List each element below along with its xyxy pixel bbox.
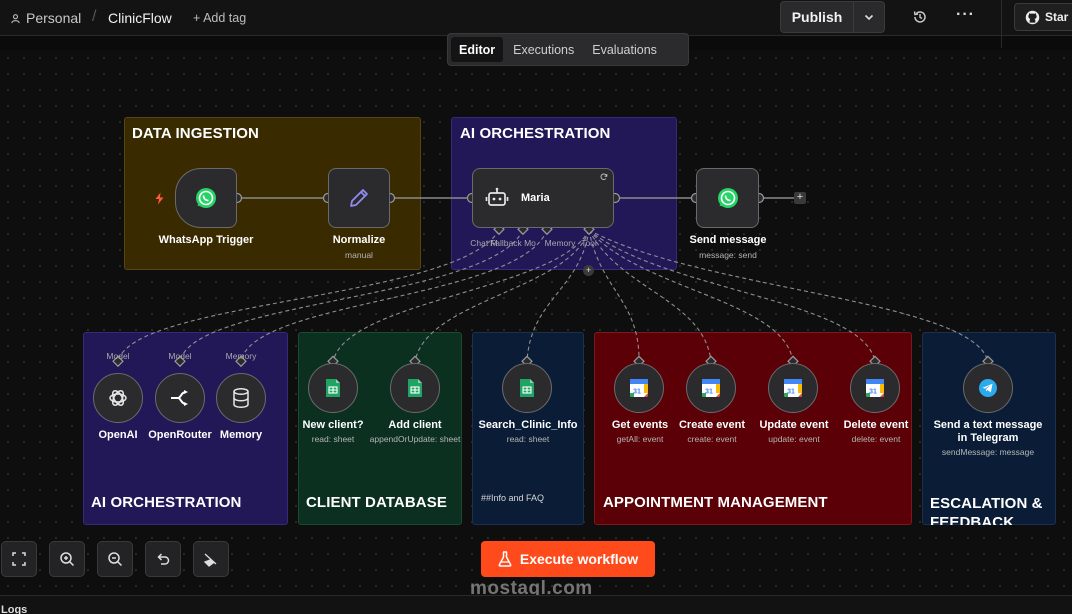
node-sub-send-message: message: send — [699, 250, 757, 260]
node-sub-add-client: appendOrUpdate: sheet — [369, 434, 461, 444]
undo-icon — [157, 553, 170, 565]
svg-text:31: 31 — [869, 389, 877, 396]
node-label-add-client: Add client — [388, 419, 442, 431]
node-label-normalize: Normalize — [332, 234, 386, 246]
pencil-icon — [350, 189, 368, 207]
zoom-in-icon — [60, 552, 75, 567]
calendar-icon: 31 — [702, 379, 720, 397]
node-label-delete-event: Delete event — [843, 419, 909, 431]
tab-evaluations[interactable]: Evaluations — [584, 37, 665, 62]
port-label-memory: Memory — [544, 238, 576, 248]
wire-tool-add-client — [414, 229, 590, 363]
lightning-icon — [155, 192, 164, 205]
node-label-memory: Memory — [219, 429, 263, 441]
wire-tool-telegram — [588, 229, 989, 363]
node-create-event[interactable]: 31 — [686, 363, 736, 413]
execute-workflow-button[interactable]: Execute workflow — [481, 541, 655, 577]
node-maria-agent[interactable]: Maria — [472, 168, 614, 228]
port-label-openrouter-model: Model — [168, 351, 192, 361]
database-icon — [233, 387, 249, 409]
node-sub-search-clinic-info: read: sheet — [506, 434, 550, 444]
add-node-button[interactable]: + — [794, 192, 806, 204]
port-label-openai-model: Model — [106, 351, 130, 361]
node-delete-event[interactable]: 31 — [850, 363, 900, 413]
tab-executions[interactable]: Executions — [505, 37, 582, 62]
view-tabs: Editor Executions Evaluations — [447, 33, 689, 66]
add-tool-button[interactable]: + — [583, 265, 594, 276]
node-sub-normalize: manual — [345, 250, 373, 260]
port-label-fallback-model: Fallback Mo — [490, 238, 536, 248]
node-sub-get-events: getAll: event — [616, 434, 664, 444]
port-label-memory-node: Memory — [225, 351, 257, 361]
node-label-openai: OpenAI — [98, 429, 138, 441]
logs-panel[interactable]: Logs — [0, 595, 1072, 614]
connection-wires — [112, 192, 994, 368]
logs-label: Logs — [1, 604, 28, 614]
node-get-events[interactable]: 31 — [614, 363, 664, 413]
node-label-create-event: Create event — [678, 419, 746, 431]
undo-button[interactable] — [145, 541, 181, 577]
zoom-out-icon — [108, 552, 123, 567]
zoom-out-button[interactable] — [97, 541, 133, 577]
sheets-icon — [408, 379, 422, 397]
calendar-icon: 31 — [866, 379, 884, 397]
zoom-in-button[interactable] — [49, 541, 85, 577]
node-new-client[interactable] — [308, 363, 358, 413]
openrouter-icon — [171, 390, 188, 406]
node-memory[interactable] — [216, 373, 266, 423]
node-label-telegram-line2: in Telegram — [957, 432, 1019, 444]
wire-memory-memory — [240, 229, 548, 363]
robot-icon — [485, 187, 509, 206]
node-sub-update-event: update: event — [768, 434, 820, 444]
node-label-telegram-line1: Send a text message — [933, 419, 1043, 431]
node-send-message[interactable] — [696, 168, 759, 228]
calendar-icon: 31 — [630, 379, 648, 397]
node-label-whatsapp-trigger: WhatsApp Trigger — [158, 234, 254, 246]
whatsapp-icon — [196, 188, 216, 208]
node-openrouter[interactable] — [155, 373, 205, 423]
execute-workflow-label: Execute workflow — [519, 551, 639, 567]
calendar-icon: 31 — [784, 379, 802, 397]
node-label-send-message: Send message — [689, 234, 767, 246]
node-normalize[interactable] — [328, 168, 390, 228]
node-label-new-client: New client? — [302, 419, 364, 431]
svg-text:31: 31 — [787, 389, 795, 396]
node-sub-create-event: create: event — [687, 434, 737, 444]
sheets-icon — [326, 379, 340, 397]
node-openai[interactable] — [93, 373, 143, 423]
node-label-update-event: Update event — [759, 419, 829, 431]
node-whatsapp-trigger[interactable] — [175, 168, 237, 228]
sheets-icon — [520, 379, 534, 397]
port-label-tool: Tool — [581, 238, 597, 248]
node-sub-telegram: sendMessage: message — [941, 447, 1035, 457]
node-label-maria: Maria — [521, 192, 550, 204]
wire-tool-get-events — [588, 229, 640, 363]
wire-tool-search-info — [526, 229, 590, 363]
refresh-icon — [600, 173, 608, 181]
whatsapp-icon — [717, 188, 738, 208]
node-add-client[interactable] — [390, 363, 440, 413]
node-sub-new-client: read: sheet — [311, 434, 355, 444]
flask-icon — [498, 551, 512, 567]
openai-icon — [109, 390, 127, 406]
node-label-get-events: Get events — [611, 419, 669, 431]
telegram-icon — [979, 379, 997, 397]
svg-text:31: 31 — [633, 389, 641, 396]
node-update-event[interactable]: 31 — [768, 363, 818, 413]
node-sub-delete-event: delete: event — [851, 434, 901, 444]
wire-chat-model-openai — [117, 229, 500, 363]
fit-view-button[interactable] — [1, 541, 37, 577]
node-label-search-clinic-info: Search_Clinic_Info — [478, 419, 578, 431]
node-search-clinic-info[interactable] — [502, 363, 552, 413]
node-telegram[interactable] — [963, 363, 1013, 413]
tidy-up-button[interactable] — [193, 541, 229, 577]
wire-tool-create-event — [588, 229, 712, 363]
broom-icon — [203, 553, 217, 567]
fit-view-icon — [12, 552, 26, 566]
svg-text:31: 31 — [705, 389, 713, 396]
tab-editor[interactable]: Editor — [451, 37, 504, 62]
node-label-openrouter: OpenRouter — [148, 429, 212, 441]
